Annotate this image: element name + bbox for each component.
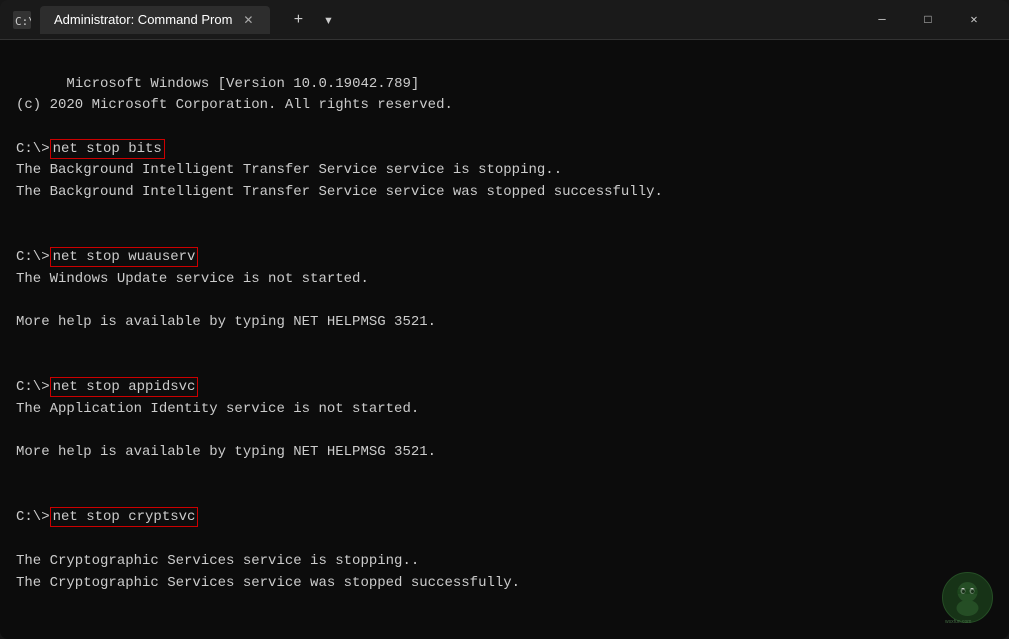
command-2-highlight: net stop wuauserv xyxy=(50,247,199,267)
minimize-button[interactable]: ─ xyxy=(859,0,905,40)
active-tab[interactable]: Administrator: Command Prom ✕ xyxy=(40,6,270,34)
prompt-1: C:\> xyxy=(16,141,50,157)
output-wuauserv: The Windows Update service is not starte… xyxy=(16,271,436,330)
close-button[interactable]: ✕ xyxy=(951,0,997,40)
tab-close-button[interactable]: ✕ xyxy=(240,12,256,28)
titlebar-actions: + ▾ xyxy=(284,6,342,34)
new-tab-button[interactable]: + xyxy=(284,6,312,34)
watermark-svg: wsxfun.com xyxy=(940,570,995,625)
terminal-body[interactable]: Microsoft Windows [Version 10.0.19042.78… xyxy=(0,40,1009,639)
tab-dropdown-button[interactable]: ▾ xyxy=(314,6,342,34)
main-window: C:\ Administrator: Command Prom ✕ + ▾ ─ … xyxy=(0,0,1009,639)
command-4-highlight: net stop cryptsvc xyxy=(50,507,199,527)
output-line: Microsoft Windows [Version 10.0.19042.78… xyxy=(16,76,453,114)
prompt-4: C:\> xyxy=(16,509,50,525)
svg-text:C:\: C:\ xyxy=(15,15,31,28)
output-appidsvc: The Application Identity service is not … xyxy=(16,401,436,460)
prompt-2: C:\> xyxy=(16,249,50,265)
svg-text:wsxfun.com: wsxfun.com xyxy=(945,619,971,625)
app-icon: C:\ xyxy=(12,10,32,30)
titlebar: C:\ Administrator: Command Prom ✕ + ▾ ─ … xyxy=(0,0,1009,40)
output-cryptsvc: The Cryptographic Services service is st… xyxy=(16,553,520,591)
terminal-content: Microsoft Windows [Version 10.0.19042.78… xyxy=(16,52,993,639)
maximize-button[interactable]: □ xyxy=(905,0,951,40)
prompt-3: C:\> xyxy=(16,379,50,395)
command-3-highlight: net stop appidsvc xyxy=(50,377,199,397)
output-bits-1: The Background Intelligent Transfer Serv… xyxy=(16,162,663,200)
command-1-highlight: net stop bits xyxy=(50,139,165,159)
tab-label: Administrator: Command Prom xyxy=(54,12,232,27)
window-controls: ─ □ ✕ xyxy=(859,0,997,40)
watermark: wsxfun.com xyxy=(940,570,995,625)
